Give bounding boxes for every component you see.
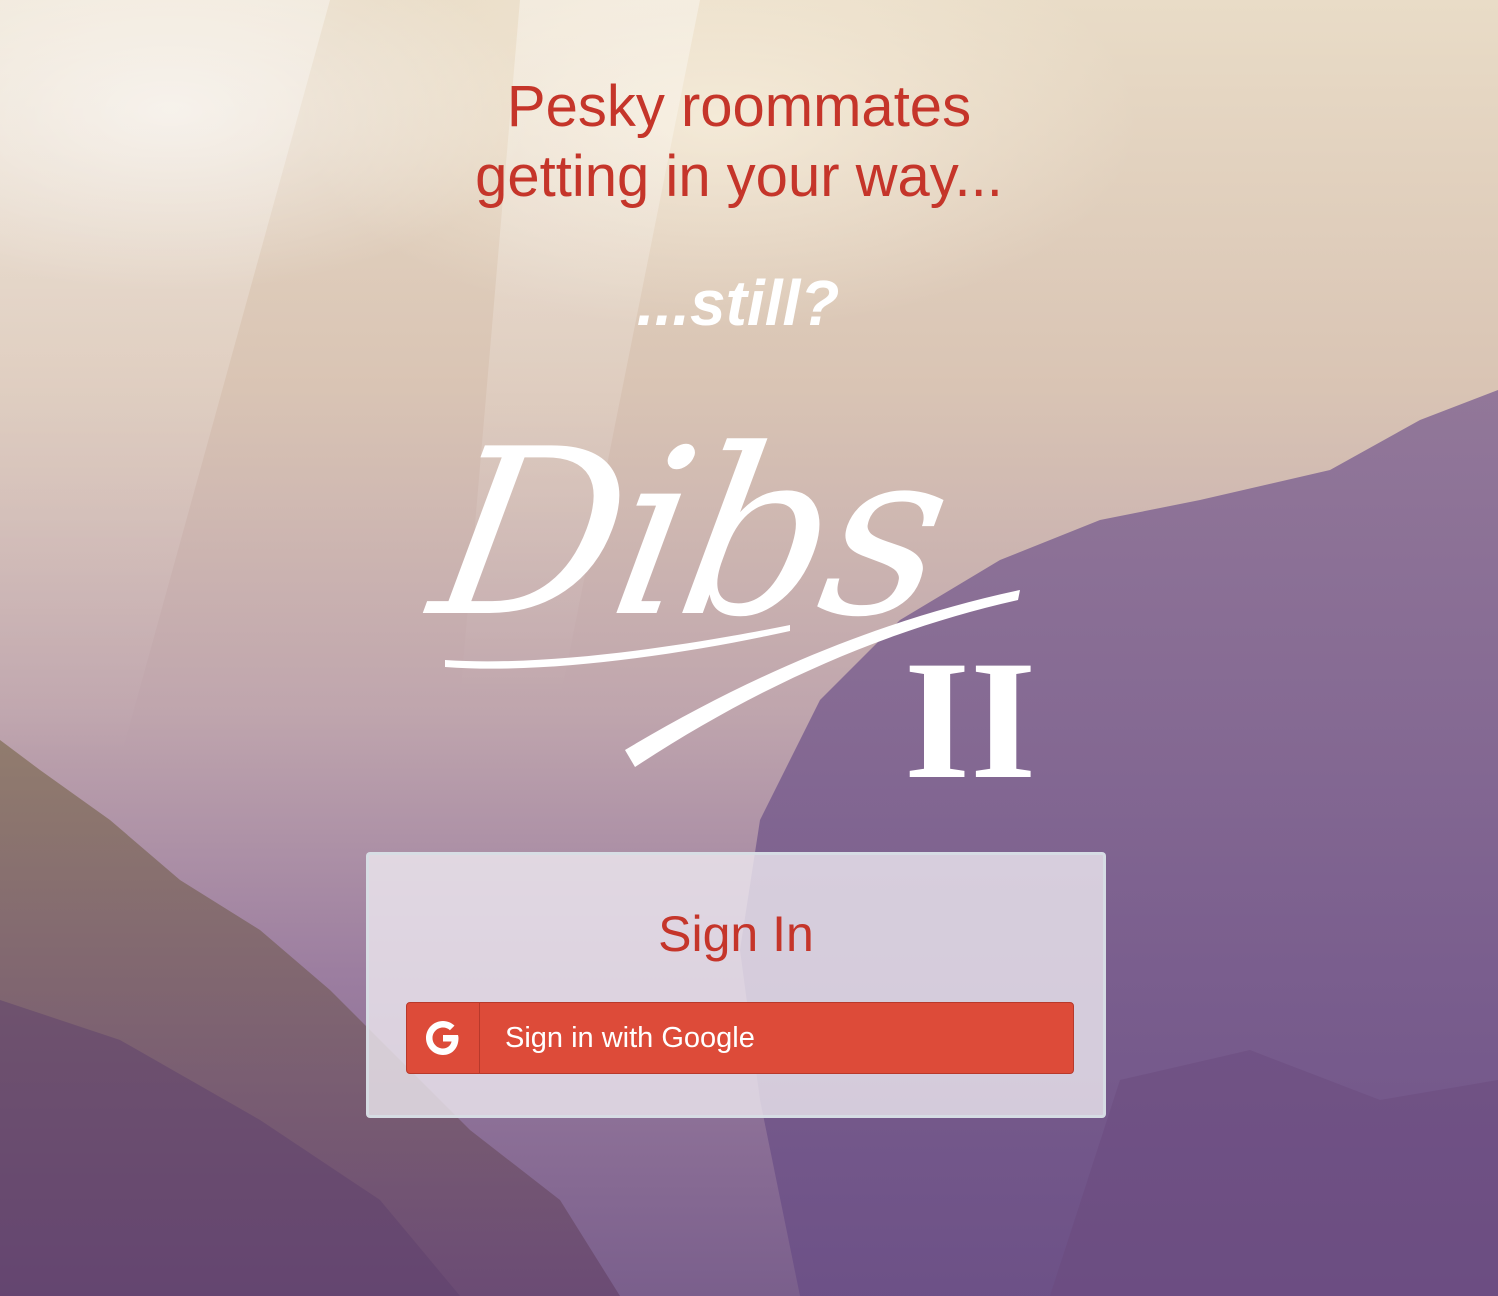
headline: Pesky roommates getting in your way...	[0, 72, 1478, 212]
logo-numeral: II	[904, 626, 1037, 814]
tagline: ...still?	[636, 267, 840, 339]
dibs-logo: Dibs II	[417, 401, 1070, 814]
signin-card: Sign In Sign in with Google	[366, 852, 1106, 1118]
headline-line-1: Pesky roommates	[506, 74, 972, 139]
google-g-icon	[407, 1003, 480, 1073]
signin-title: Sign In	[658, 906, 814, 962]
headline-line-2: getting in your way...	[475, 144, 1003, 209]
google-signin-label: Sign in with Google	[505, 1021, 755, 1054]
google-signin-button[interactable]: Sign in with Google	[406, 1002, 1074, 1074]
